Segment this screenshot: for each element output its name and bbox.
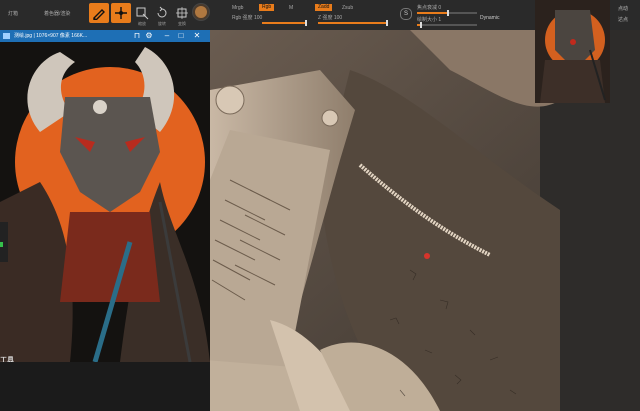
rgb-intensity-label: Rgb 强度 100 [232,15,263,21]
material-button[interactable] [192,3,210,21]
transform-icon [176,7,188,19]
thumbnail-image [535,0,610,103]
focal-shift-label: 焦点衰减 0 [417,5,442,11]
reference-window-titlebar[interactable]: 测绘.jpg | 1076×907 像素 166K... ⊓ ⚙ – □ ✕ [0,30,210,42]
pin-icon[interactable]: ⊓ [132,31,142,41]
rgb-intensity-slider[interactable] [262,20,307,26]
reference-window-title: 测绘.jpg | 1076×907 像素 166K... [14,33,88,39]
reference-image-window[interactable]: 测绘.jpg | 1076×907 像素 166K... ⊓ ⚙ – □ ✕ 工… [0,30,210,377]
right-label-2[interactable]: 达点 [618,16,628,23]
reference-image [0,42,210,362]
shader-render-menu[interactable]: 着色器/渲染 [44,11,70,17]
brush-s-badge[interactable]: S [400,8,412,20]
zadd-toggle[interactable]: Zadd [315,4,333,11]
transform-caption: 变换 [178,21,186,26]
maximize-icon[interactable]: □ [176,31,186,41]
minimize-icon[interactable]: – [162,31,172,41]
mrgb-label[interactable]: Mrgb [232,5,243,11]
image-file-icon [3,33,10,39]
settings-icon[interactable]: ⚙ [144,31,154,41]
edit-button[interactable] [89,3,109,23]
scale-button[interactable] [132,3,152,23]
left-empty-panel [0,362,210,411]
z-intensity-slider[interactable] [318,20,388,26]
m-label[interactable]: M [289,5,293,11]
dynamic-toggle[interactable]: Dynamic [480,15,499,21]
scale-icon [136,7,149,20]
z-intensity-label: Z 强度 100 [318,15,343,21]
material-sphere-icon [195,6,207,18]
draw-size-slider[interactable] [417,22,477,28]
brush-cursor [424,253,430,259]
rotate-button[interactable] [152,3,172,23]
move-button[interactable] [111,3,131,23]
rgb-toggle[interactable]: Rgb [259,4,275,11]
navigator-thumbnail[interactable] [535,0,610,103]
zsub-toggle[interactable]: Zsub [342,5,353,11]
lightbox-menu[interactable]: 灯箱 [8,11,18,17]
right-label-1[interactable]: 点动 [618,5,628,12]
close-icon[interactable]: ✕ [192,31,202,41]
move-icon [115,7,127,19]
edit-icon [93,9,105,20]
rotate-icon [157,6,167,18]
transform-button[interactable] [172,3,192,23]
focal-shift-slider[interactable] [417,10,477,16]
